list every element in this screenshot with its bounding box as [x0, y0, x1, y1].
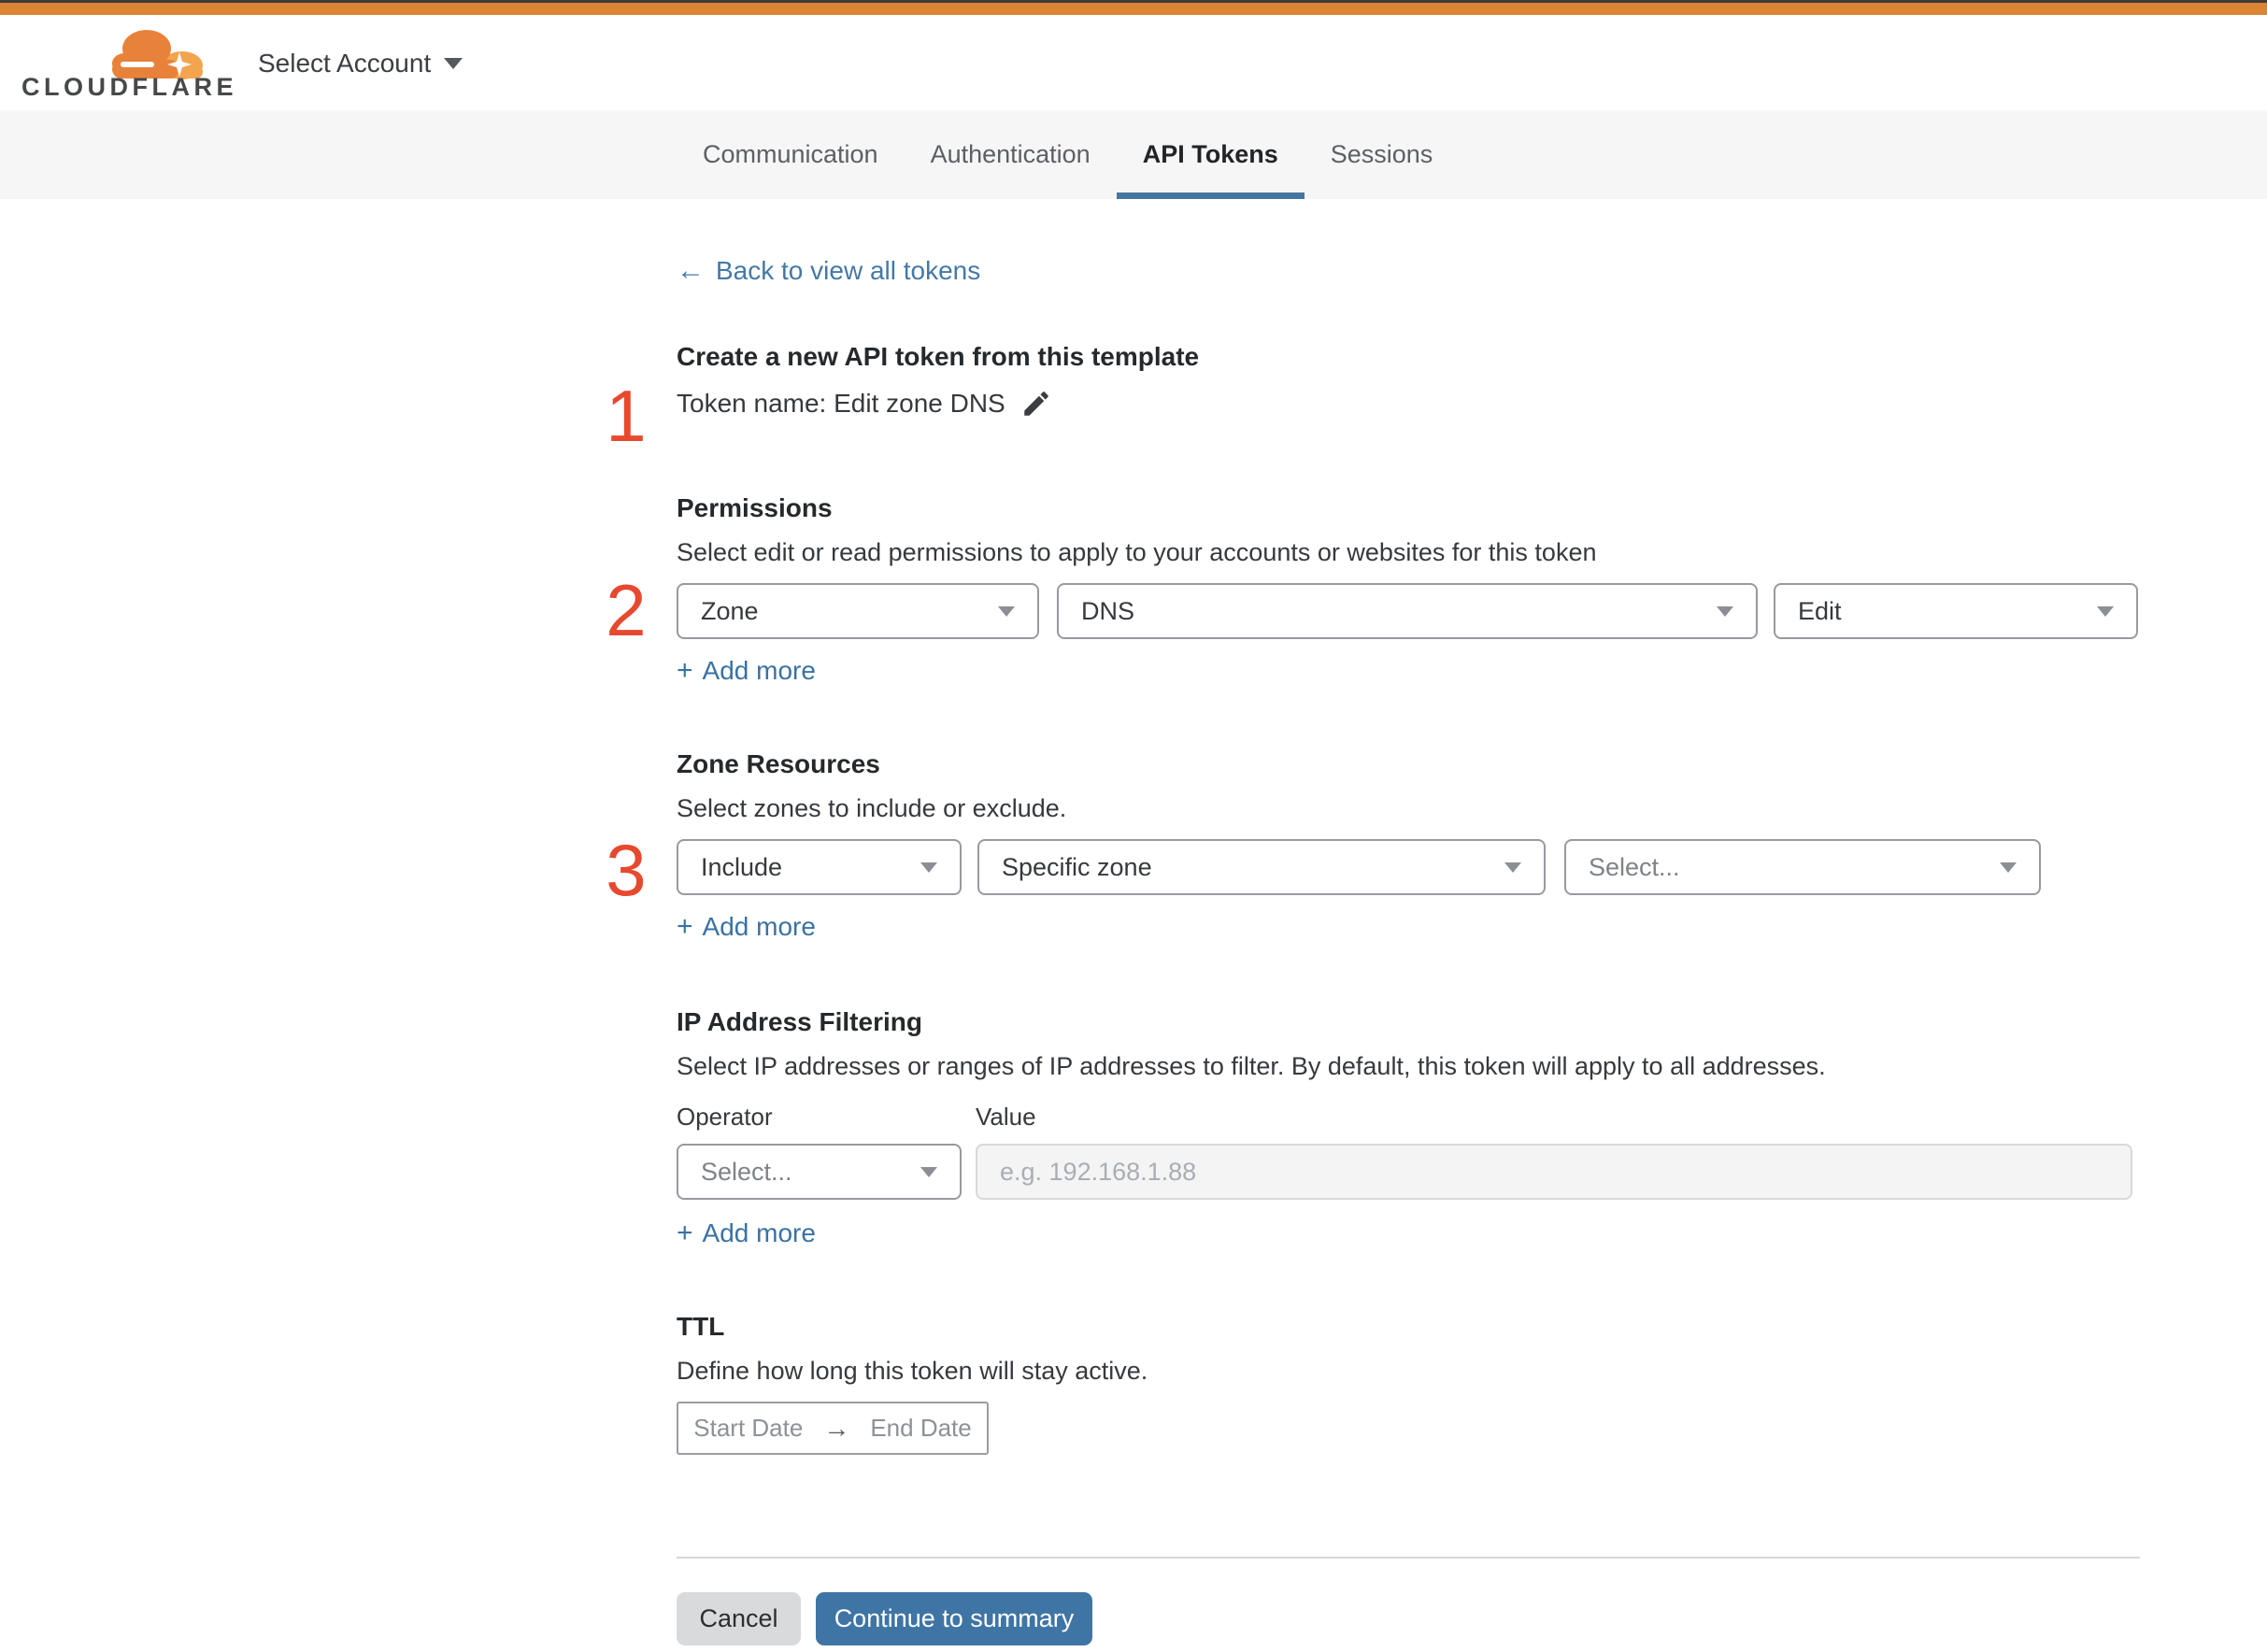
ip-add-more-link[interactable]: + Add more — [677, 1218, 816, 1248]
cloudflare-logo: CLOUDFLARE — [21, 19, 233, 108]
ttl-date-range-picker[interactable]: Start Date → End Date — [677, 1402, 989, 1455]
add-more-label: Add more — [702, 1218, 816, 1247]
permissions-scope-value: Zone — [701, 596, 759, 625]
add-more-label: Add more — [702, 912, 816, 941]
plus-icon: + — [677, 655, 693, 686]
token-name-text: Token name: Edit zone DNS — [677, 389, 1005, 418]
permissions-resource-select[interactable]: DNS — [1057, 583, 1758, 639]
account-selector-label: Select Account — [258, 49, 432, 78]
continue-to-summary-button[interactable]: Continue to summary — [816, 1592, 1092, 1645]
select-caret-icon — [998, 605, 1015, 617]
permissions-heading: Permissions — [677, 493, 833, 522]
start-date-placeholder: Start Date — [693, 1414, 804, 1442]
annotation-step-1: 1 — [606, 375, 647, 457]
select-caret-icon — [1504, 862, 1521, 873]
select-caret-icon — [920, 862, 937, 873]
arrow-right-icon: → — [823, 1413, 850, 1443]
end-date-placeholder: End Date — [870, 1414, 972, 1442]
zone-resources-heading: Zone Resources — [677, 749, 880, 778]
page-title: Create a new API token from this templat… — [677, 342, 1200, 371]
page: CLOUDFLARE Select Account Communication … — [0, 0, 2267, 1652]
value-label: Value — [976, 1103, 1036, 1131]
back-arrow-icon: ← — [677, 255, 705, 286]
annotation-step-2: 2 — [606, 569, 647, 651]
permissions-resource-value: DNS — [1081, 596, 1135, 625]
zone-resources-description: Select zones to include or exclude. — [677, 794, 1067, 822]
token-name-line: Token name: Edit zone DNS — [677, 388, 1052, 420]
plus-icon: + — [677, 911, 693, 942]
select-caret-icon — [1717, 605, 1733, 617]
ip-operator-select[interactable]: Select... — [677, 1144, 962, 1200]
zone-resources-zone-placeholder: Select... — [1589, 852, 1680, 881]
ip-operator-placeholder: Select... — [701, 1157, 792, 1186]
operator-label: Operator — [677, 1103, 773, 1131]
top-orange-strip — [0, 3, 2267, 15]
ip-filtering-description: Select IP addresses or ranges of IP addr… — [677, 1052, 1826, 1080]
zone-resources-operator-select[interactable]: Include — [677, 839, 962, 895]
pencil-icon — [1024, 392, 1048, 416]
permissions-add-more-link[interactable]: + Add more — [677, 656, 816, 686]
tab-sessions[interactable]: Sessions — [1305, 110, 1460, 199]
back-link-label: Back to view all tokens — [716, 256, 981, 285]
cancel-button[interactable]: Cancel — [677, 1592, 801, 1645]
plus-icon: + — [677, 1218, 693, 1248]
zone-resources-type-select[interactable]: Specific zone — [977, 839, 1546, 895]
back-to-tokens-link[interactable]: ← Back to view all tokens — [677, 256, 980, 286]
select-caret-icon — [2000, 862, 2017, 873]
edit-token-name-button[interactable] — [1020, 388, 1052, 420]
permissions-description: Select edit or read permissions to apply… — [677, 538, 1597, 566]
ip-filtering-heading: IP Address Filtering — [677, 1007, 922, 1036]
footer-divider — [677, 1557, 2140, 1559]
tab-bar: Communication Authentication API Tokens … — [0, 110, 2267, 199]
cloudflare-logo-text: CLOUDFLARE — [21, 73, 237, 101]
tab-communication[interactable]: Communication — [677, 110, 905, 199]
tab-api-tokens[interactable]: API Tokens — [1116, 110, 1305, 199]
select-caret-icon — [920, 1166, 937, 1177]
ip-value-input[interactable] — [976, 1144, 2132, 1200]
header: CLOUDFLARE Select Account — [0, 15, 2267, 110]
chevron-down-icon — [444, 58, 463, 69]
tab-authentication[interactable]: Authentication — [905, 110, 1117, 199]
permissions-access-value: Edit — [1798, 596, 1842, 625]
ttl-description: Define how long this token will stay act… — [677, 1357, 1148, 1385]
annotation-step-3: 3 — [606, 829, 647, 911]
zone-resources-zone-select[interactable]: Select... — [1564, 839, 2041, 895]
tabs: Communication Authentication API Tokens … — [677, 110, 1459, 199]
add-more-label: Add more — [702, 656, 816, 685]
permissions-access-select[interactable]: Edit — [1774, 583, 2138, 639]
zone-resources-add-more-link[interactable]: + Add more — [677, 912, 816, 942]
zone-resources-operator-value: Include — [701, 852, 783, 881]
zone-resources-type-value: Specific zone — [1002, 852, 1152, 881]
account-selector[interactable]: Select Account — [258, 49, 463, 78]
permissions-scope-select[interactable]: Zone — [677, 583, 1039, 639]
ttl-heading: TTL — [677, 1312, 725, 1341]
select-caret-icon — [2097, 605, 2114, 617]
